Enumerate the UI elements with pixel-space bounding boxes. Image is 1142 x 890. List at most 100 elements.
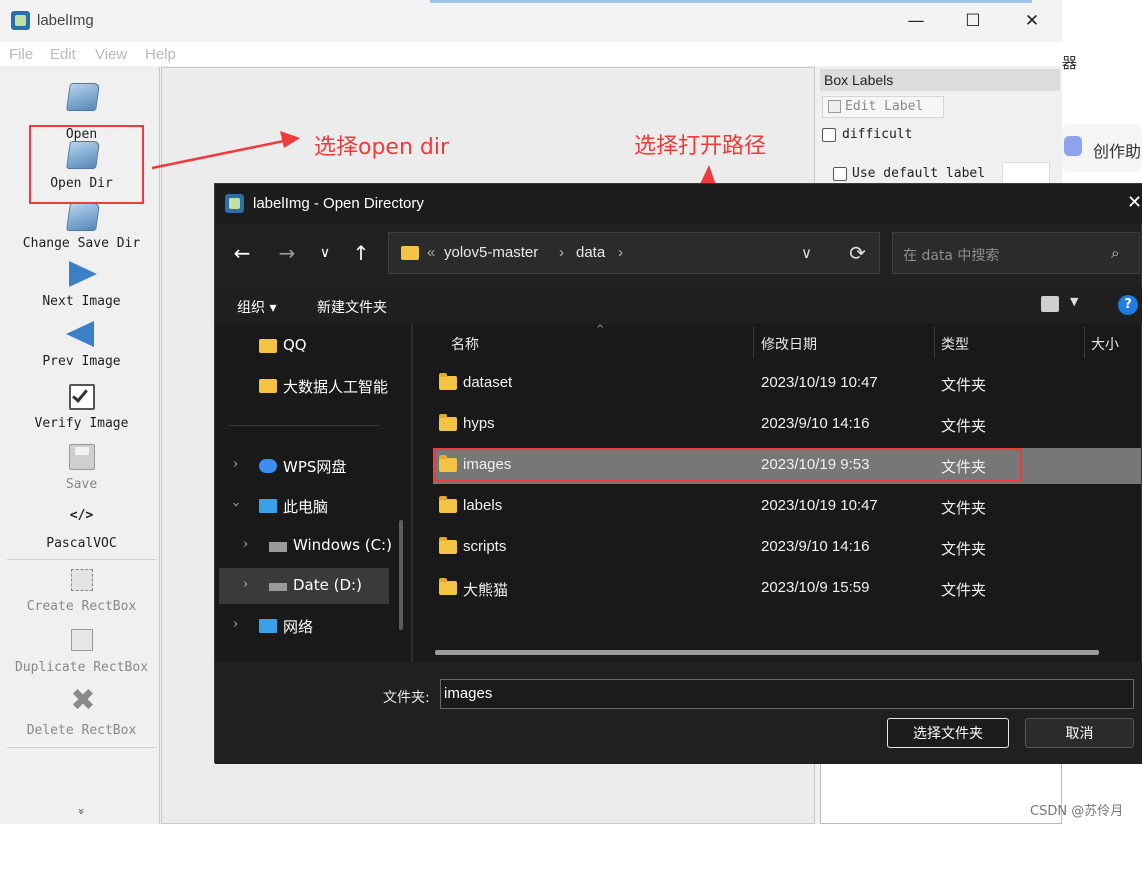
file-type: 文件夹 <box>941 582 987 599</box>
file-row[interactable]: labels 2023/10/19 10:47 文件夹 <box>433 489 1141 525</box>
breadcrumb-data[interactable]: data <box>576 244 605 261</box>
open-path-annotation: 选择打开路径 <box>634 134 767 159</box>
column-divider[interactable] <box>753 326 754 358</box>
folder-icon <box>439 496 457 513</box>
column-divider[interactable] <box>934 326 935 358</box>
nav-item-bigdata-ai[interactable]: 大数据人工智能 <box>215 368 411 404</box>
organize-button[interactable]: 组织 ▾ <box>237 297 276 317</box>
back-button[interactable]: ← <box>227 234 257 272</box>
nav-item-label: 网络 <box>283 618 314 636</box>
drive-icon <box>269 542 287 552</box>
folder-name-input[interactable]: images <box>440 679 1134 709</box>
nav-item-label: 此电脑 <box>283 498 329 516</box>
drive-icon <box>269 583 287 591</box>
chevron-right-icon: › <box>233 617 239 632</box>
dialog-footer: 文件夹: images 选择文件夹 取消 <box>215 662 1142 764</box>
sort-up-icon: ^ <box>596 324 605 335</box>
folder-icon <box>401 246 419 260</box>
command-bar: 组织 ▾ 新建文件夹 ▼ ? <box>215 286 1142 324</box>
cloud-icon <box>259 459 277 473</box>
computer-icon <box>259 499 277 513</box>
chevron-right-icon: › <box>243 537 249 552</box>
file-type: 文件夹 <box>941 541 987 558</box>
nav-item-wps[interactable]: › WPS网盘 <box>215 448 411 484</box>
file-modified: 2023/10/19 10:47 <box>761 497 878 514</box>
file-type: 文件夹 <box>941 377 987 394</box>
file-name: labels <box>463 497 503 514</box>
file-type: 文件夹 <box>941 418 987 435</box>
file-modified: 2023/10/19 10:47 <box>761 374 878 391</box>
network-icon <box>259 619 277 633</box>
view-options-icon[interactable] <box>1041 296 1059 312</box>
address-bar[interactable]: « yolov5-master › data › ∨ <box>388 232 880 274</box>
search-placeholder: 在 data 中搜索 <box>903 248 1000 264</box>
folder-icon <box>439 414 457 431</box>
horizontal-scrollbar[interactable] <box>435 650 1099 655</box>
nav-item-label: 大数据人工智能 <box>283 378 389 396</box>
breadcrumb-overflow[interactable]: « <box>427 244 435 261</box>
select-folder-button[interactable]: 选择文件夹 <box>887 718 1009 748</box>
file-name: scripts <box>463 538 507 555</box>
file-modified: 2023/9/10 14:16 <box>761 538 870 555</box>
file-row[interactable]: 大熊猫 2023/10/9 15:59 文件夹 <box>433 571 1141 607</box>
column-header-modified[interactable]: 修改日期 <box>761 334 817 354</box>
nav-item-label: WPS网盘 <box>283 458 347 476</box>
search-box[interactable]: 在 data 中搜索 ⌕ <box>892 232 1140 274</box>
folder-icon <box>439 537 457 554</box>
dialog-title-bar: labelImg - Open Directory ✕ <box>215 184 1142 224</box>
app-icon <box>225 194 244 213</box>
column-header-size[interactable]: 大小 <box>1091 334 1119 354</box>
nav-item-label: QQ <box>283 336 307 354</box>
nav-item-label: Date (D:) <box>293 576 362 594</box>
search-icon: ⌕ <box>1111 244 1120 262</box>
column-header-type[interactable]: 类型 <box>941 334 969 354</box>
file-name: 大熊猫 <box>463 582 509 599</box>
column-divider[interactable] <box>1084 326 1085 358</box>
recent-locations-button[interactable]: ∨ <box>310 234 340 272</box>
nav-item-qq[interactable]: QQ <box>215 328 411 364</box>
refresh-button[interactable]: ⟳ <box>835 232 880 274</box>
nav-item-this-pc[interactable]: › 此电脑 <box>215 488 411 524</box>
view-options-dropdown-icon[interactable]: ▼ <box>1070 295 1078 308</box>
breadcrumb-chevron-icon: › <box>559 244 564 261</box>
chevron-right-icon: › <box>243 577 249 592</box>
new-folder-button[interactable]: 新建文件夹 <box>317 297 387 317</box>
refresh-icon: ⟳ <box>849 241 866 265</box>
dialog-close-button[interactable]: ✕ <box>1127 192 1142 213</box>
chevron-right-icon: › <box>233 457 239 472</box>
up-button[interactable]: ↑ <box>346 234 376 272</box>
nav-item-date-d[interactable]: › Date (D:) <box>219 568 389 604</box>
forward-button[interactable]: → <box>272 234 302 272</box>
file-row[interactable]: hyps 2023/9/10 14:16 文件夹 <box>433 407 1141 443</box>
file-modified: 2023/9/10 14:16 <box>761 415 870 432</box>
dialog-title: labelImg - Open Directory <box>253 195 424 212</box>
pane-divider[interactable] <box>411 324 413 662</box>
file-name: dataset <box>463 374 513 391</box>
help-icon[interactable]: ? <box>1118 295 1138 315</box>
folder-field-label: 文件夹: <box>383 690 430 706</box>
folder-icon <box>259 339 277 353</box>
file-list: ^ 名称 修改日期 类型 大小 dataset 2023/10/19 10:47… <box>413 324 1141 662</box>
folder-icon <box>259 379 277 393</box>
watermark: CSDN @苏伶月 <box>1030 804 1124 819</box>
file-row[interactable]: dataset 2023/10/19 10:47 文件夹 <box>433 366 1141 402</box>
column-header-name[interactable]: 名称 <box>451 334 479 354</box>
file-type: 文件夹 <box>941 500 987 517</box>
breadcrumb-yolov5-master[interactable]: yolov5-master <box>444 244 538 261</box>
file-modified: 2023/10/9 15:59 <box>761 579 870 596</box>
file-name: hyps <box>463 415 495 432</box>
breadcrumb-chevron-icon: › <box>618 244 623 261</box>
chevron-down-icon: › <box>228 501 244 508</box>
nav-divider <box>229 425 379 426</box>
navigation-pane: QQ 大数据人工智能 › WPS网盘 › 此电脑 › Windows (C:) … <box>215 324 411 662</box>
folder-icon <box>439 578 457 595</box>
nav-item-network[interactable]: › 网络 <box>215 608 411 644</box>
cancel-button[interactable]: 取消 <box>1025 718 1134 748</box>
open-dir-annotation: 选择open dir <box>314 135 450 160</box>
address-dropdown-icon[interactable]: ∨ <box>801 244 812 262</box>
folder-icon <box>439 373 457 390</box>
nav-scrollbar[interactable] <box>399 520 403 630</box>
file-row[interactable]: scripts 2023/9/10 14:16 文件夹 <box>433 530 1141 566</box>
nav-item-windows-c[interactable]: › Windows (C:) <box>215 528 411 564</box>
images-row-highlight <box>434 448 1022 482</box>
